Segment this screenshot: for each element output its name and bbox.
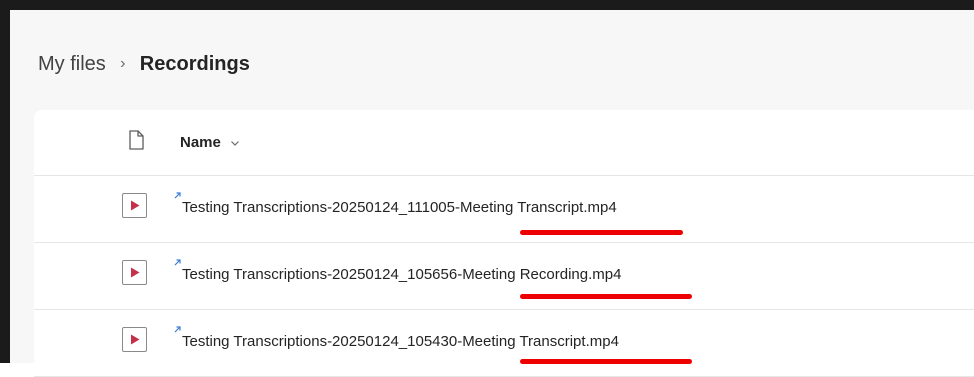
name-column-header[interactable]: Name (180, 134, 240, 151)
file-name[interactable]: Testing Transcriptions-20250124_105430-M… (182, 333, 619, 350)
annotation-underline (520, 230, 683, 235)
file-row[interactable]: Testing Transcriptions-20250124_105656-M… (34, 243, 974, 310)
name-column-label: Name (180, 134, 221, 151)
file-list-panel: Name Testing Transcriptions-20250124_111… (34, 110, 974, 377)
file-explorer-window: My files › Recordings Name Testing Trans… (10, 10, 974, 377)
file-row[interactable]: Testing Transcriptions-20250124_105430-M… (34, 310, 974, 377)
video-file-icon (122, 327, 147, 352)
chevron-down-icon (230, 140, 239, 146)
file-row[interactable]: Testing Transcriptions-20250124_111005-M… (34, 176, 974, 243)
annotation-underline (520, 294, 692, 299)
breadcrumb: My files › Recordings (38, 50, 250, 78)
screen-frame: My files › Recordings Name Testing Trans… (0, 0, 974, 377)
annotation-underline (520, 359, 692, 364)
video-file-icon (122, 260, 147, 285)
list-header-row: Name (34, 110, 974, 176)
breadcrumb-my-files[interactable]: My files (38, 53, 106, 76)
document-icon[interactable] (128, 130, 144, 150)
file-name[interactable]: Testing Transcriptions-20250124_105656-M… (182, 266, 621, 283)
file-name[interactable]: Testing Transcriptions-20250124_111005-M… (182, 199, 617, 216)
video-file-icon (122, 193, 147, 218)
breadcrumb-recordings: Recordings (139, 52, 250, 75)
breadcrumb-separator: › (120, 55, 126, 72)
